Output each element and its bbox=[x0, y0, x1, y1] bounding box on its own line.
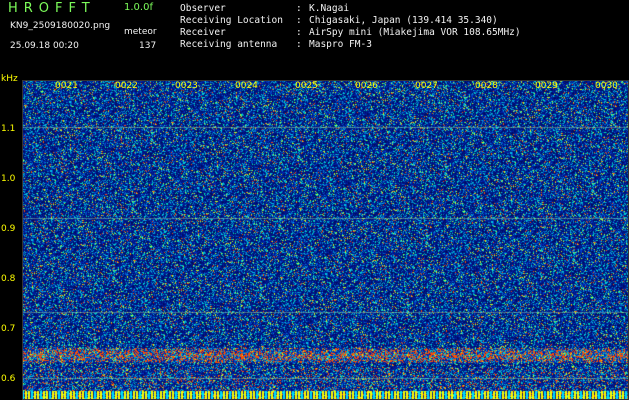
x-tick-0023: 0023 bbox=[175, 81, 198, 91]
version-label: 1.0.0f bbox=[124, 2, 153, 13]
x-tick-0024: 0024 bbox=[235, 81, 258, 91]
x-tick-0028: 0028 bbox=[475, 81, 498, 91]
datetime-label: 25.09.18 00:20 bbox=[10, 41, 79, 51]
x-tick-0029: 0029 bbox=[535, 81, 558, 91]
antenna-sep: : bbox=[296, 39, 302, 50]
antenna-label: Receiving antenna bbox=[180, 39, 278, 50]
y-tick-0-6: 0.6 bbox=[1, 374, 16, 384]
meteor-label: meteor bbox=[124, 27, 157, 37]
antenna-value: Maspro FM-3 bbox=[309, 39, 372, 50]
y-axis-unit: kHz bbox=[1, 74, 18, 84]
y-tick-0-8: 0.8 bbox=[1, 274, 16, 284]
x-tick-0027: 0027 bbox=[415, 81, 438, 91]
x-tick-0022: 0022 bbox=[115, 81, 138, 91]
receiver-label: Receiver bbox=[180, 27, 226, 38]
x-tick-0025: 0025 bbox=[295, 81, 318, 91]
location-label: Receiving Location bbox=[180, 15, 283, 26]
y-tick-1-1: 1.1 bbox=[1, 124, 16, 134]
y-tick-0-7: 0.7 bbox=[1, 324, 16, 334]
observer-sep: : bbox=[296, 3, 302, 14]
y-tick-0-9: 0.9 bbox=[1, 224, 16, 234]
x-tick-0026: 0026 bbox=[355, 81, 378, 91]
location-sep: : bbox=[296, 15, 302, 26]
spectrogram-frame bbox=[22, 80, 629, 400]
app-title: HROFFT bbox=[8, 1, 96, 16]
x-tick-0030: 0030 bbox=[595, 81, 618, 91]
receiver-value: AirSpy mini (Miakejima VOR 108.65MHz) bbox=[309, 27, 521, 38]
meteor-count: 137 bbox=[139, 41, 157, 51]
observer-value: K.Nagai bbox=[309, 3, 350, 14]
location-value: Chigasaki, Japan (139.414 35.340) bbox=[309, 15, 498, 26]
filename-label: KN9_2509180020.png bbox=[10, 21, 111, 31]
observer-label: Observer bbox=[180, 3, 226, 14]
receiver-sep: : bbox=[296, 27, 302, 38]
header-panel: HROFFT 1.0.0f KN9_2509180020.png meteor … bbox=[0, 0, 629, 80]
x-tick-0021: 0021 bbox=[55, 81, 78, 91]
y-tick-1-0: 1.0 bbox=[1, 174, 16, 184]
